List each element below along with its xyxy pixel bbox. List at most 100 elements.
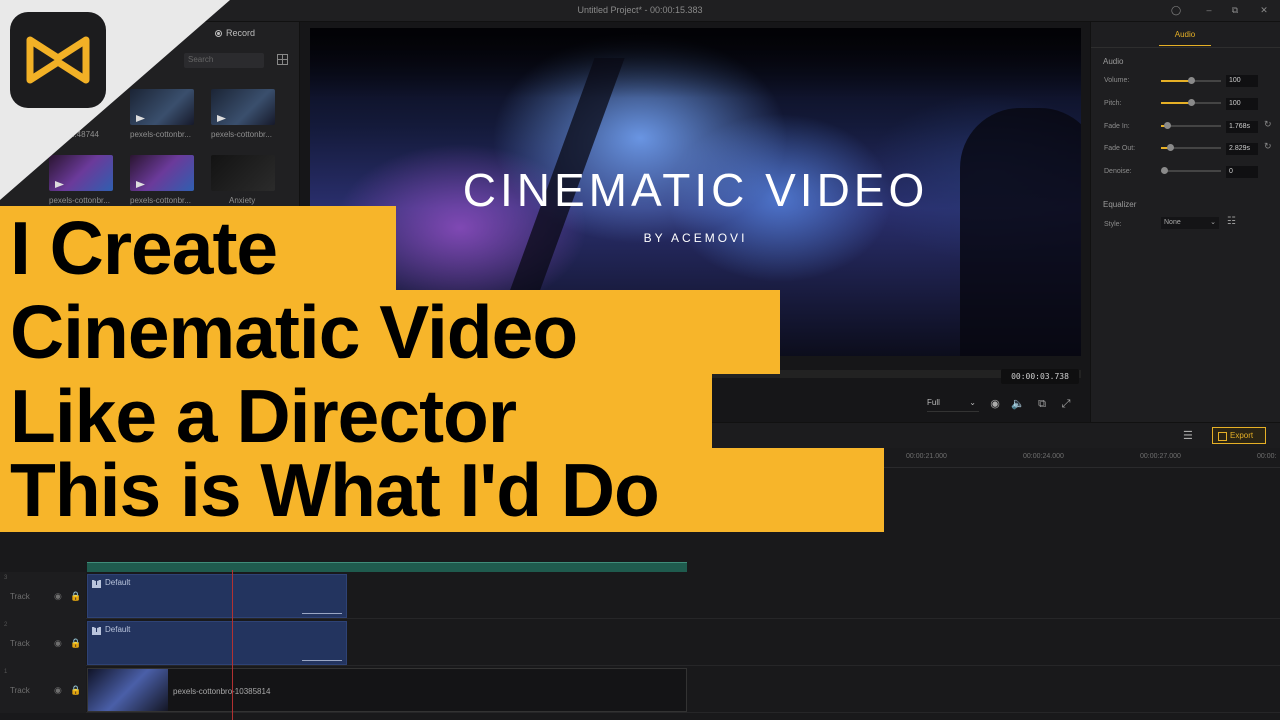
- fade-in-value[interactable]: 1.768s: [1226, 121, 1258, 133]
- equalizer-section-title: Equalizer: [1103, 200, 1137, 209]
- timeline-settings-icon[interactable]: ☰: [1183, 429, 1193, 442]
- grid-view-icon[interactable]: [277, 54, 288, 65]
- record-label: Record: [226, 28, 256, 38]
- media-thumbnail[interactable]: [211, 155, 275, 191]
- denoise-label: Denoise:: [1104, 168, 1132, 175]
- track-number: 3: [4, 575, 8, 581]
- volume-slider[interactable]: [1161, 77, 1221, 84]
- audio-clip-waveform[interactable]: [87, 562, 687, 572]
- media-thumbnail[interactable]: [130, 155, 194, 191]
- overlay-banner-line: Like a Director: [0, 374, 712, 458]
- track-name: Track: [10, 639, 30, 648]
- media-item-label: Anxiety: [229, 196, 256, 205]
- fade-in-slider[interactable]: [1161, 122, 1221, 129]
- preview-timecode: 00:00:03.738: [1001, 369, 1079, 384]
- text-clip-label: Default: [105, 578, 131, 587]
- track-number: 2: [4, 622, 8, 628]
- pip-icon[interactable]: ⧉: [1035, 398, 1049, 410]
- ruler-tick: 00:00:: [1257, 453, 1277, 460]
- video-overlay-subtitle: BY ACEMOVI: [643, 231, 748, 245]
- media-thumbnail[interactable]: [211, 89, 275, 125]
- media-thumbnail[interactable]: [49, 155, 113, 191]
- fade-out-value[interactable]: 2.829s: [1226, 143, 1258, 155]
- style-label: Style:: [1104, 221, 1122, 228]
- video-clip-label: pexels-cottonbro-10385814: [173, 687, 271, 696]
- video-icon: [217, 115, 226, 122]
- overlay-banner-line: I Create: [0, 206, 396, 290]
- lock-icon[interactable]: 🔒: [70, 591, 81, 602]
- eye-icon[interactable]: ◉: [54, 591, 62, 602]
- denoise-value[interactable]: 0: [1226, 166, 1258, 178]
- video-overlay-title: CINEMATIC VIDEO: [462, 164, 929, 216]
- volume-value[interactable]: 100: [1226, 75, 1258, 87]
- record-button[interactable]: Record: [215, 28, 255, 38]
- volume-label: Volume:: [1104, 77, 1130, 84]
- chevron-down-icon: ⌄: [1210, 219, 1216, 226]
- track-row: 1 Track ◉ 🔒 pexels-cottonbro-10385814: [0, 666, 1280, 713]
- tab-audio[interactable]: Audio: [1159, 30, 1211, 46]
- track-row: 2 Track ◉ 🔒 T Default: [0, 619, 1280, 666]
- track-header: 3 Track ◉ 🔒: [0, 572, 86, 619]
- close-icon[interactable]: ✕: [1258, 4, 1270, 16]
- record-icon: [215, 30, 222, 37]
- video-clip-thumbnail: [88, 669, 168, 711]
- equalizer-style-value: None: [1164, 219, 1181, 226]
- pitch-slider[interactable]: [1161, 99, 1221, 106]
- track-header: 1 Track ◉ 🔒: [0, 666, 86, 713]
- fullscreen-icon[interactable]: ⤢: [1059, 398, 1073, 410]
- media-item-label: pexels-cottonbr...: [49, 196, 110, 205]
- car-roof-shape: [310, 28, 1081, 98]
- zoom-select[interactable]: Full ⌄: [927, 398, 979, 412]
- video-clip[interactable]: pexels-cottonbro-10385814: [87, 668, 687, 712]
- properties-tabs: Audio: [1091, 22, 1280, 48]
- lock-icon[interactable]: 🔒: [70, 685, 81, 696]
- volume-icon[interactable]: 🔈: [1011, 398, 1025, 410]
- text-icon: T: [92, 580, 101, 588]
- media-thumbnail[interactable]: [130, 89, 194, 125]
- media-item-label: pexels-cottonbr...: [211, 130, 272, 139]
- overlay-banner-line: This is What I'd Do: [0, 448, 884, 532]
- notification-icon[interactable]: ◯: [1170, 4, 1182, 16]
- eye-icon[interactable]: ◉: [54, 685, 62, 696]
- audio-properties-panel: Audio Audio Volume: 100 Pitch: 100 Fade …: [1090, 22, 1280, 422]
- zoom-value: Full: [927, 398, 940, 407]
- ruler-tick: 00:00:21.000: [906, 453, 947, 460]
- snapshot-icon[interactable]: ◉: [988, 398, 1002, 410]
- fade-in-label: Fade In:: [1104, 123, 1130, 130]
- equalizer-settings-icon[interactable]: ☷: [1227, 216, 1236, 227]
- text-clip[interactable]: T Default: [87, 621, 347, 665]
- video-icon: [55, 181, 64, 188]
- track-row: 3 Track ◉ 🔒 T Default: [0, 572, 1280, 619]
- media-item-label: pexels-cottonbr...: [130, 196, 191, 205]
- audio-section-title: Audio: [1103, 57, 1124, 66]
- media-item-label: pexels-cottonbr...: [130, 130, 191, 139]
- equalizer-style-select[interactable]: None ⌄: [1161, 217, 1219, 229]
- denoise-slider[interactable]: [1161, 167, 1221, 174]
- keyframe-line: [302, 613, 342, 614]
- search-input[interactable]: Search: [184, 53, 264, 68]
- restore-icon[interactable]: ⧉: [1229, 4, 1241, 16]
- fade-out-slider[interactable]: [1161, 144, 1221, 151]
- video-icon: [136, 115, 145, 122]
- text-clip-label: Default: [105, 625, 131, 634]
- chevron-down-icon: ⌄: [969, 398, 976, 407]
- fade-out-label: Fade Out:: [1104, 145, 1136, 152]
- text-clip[interactable]: T Default: [87, 574, 347, 618]
- pitch-value[interactable]: 100: [1226, 98, 1258, 110]
- minimize-icon[interactable]: –: [1203, 4, 1215, 16]
- reset-icon[interactable]: ↻: [1264, 141, 1272, 152]
- overlay-banner-line: Cinematic Video: [0, 290, 780, 374]
- lock-icon[interactable]: 🔒: [70, 638, 81, 649]
- text-icon: T: [92, 627, 101, 635]
- eye-icon[interactable]: ◉: [54, 638, 62, 649]
- track-header: 2 Track ◉ 🔒: [0, 619, 86, 666]
- ruler-tick: 00:00:27.000: [1140, 453, 1181, 460]
- ruler-tick: 00:00:24.000: [1023, 453, 1064, 460]
- keyframe-line: [302, 660, 342, 661]
- export-button[interactable]: Export: [1212, 427, 1266, 444]
- track-number: 1: [4, 669, 8, 675]
- acemovi-logo: [10, 12, 106, 108]
- timeline-playhead[interactable]: [232, 570, 233, 720]
- track-name: Track: [10, 592, 30, 601]
- reset-icon[interactable]: ↻: [1264, 119, 1272, 130]
